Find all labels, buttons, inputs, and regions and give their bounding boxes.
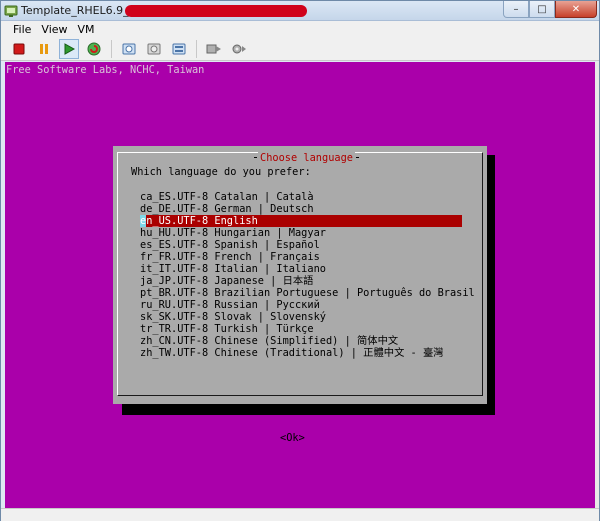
menu-vm[interactable]: VM xyxy=(74,21,101,37)
language-label: sk_SK.UTF-8 Slovak | Slovenský xyxy=(140,311,326,323)
snapshot-revert-icon xyxy=(147,43,161,54)
reset-icon xyxy=(87,42,101,55)
minimize-button[interactable]: – xyxy=(503,1,529,18)
language-label: zh_TW.UTF-8 Chinese (Traditional) | 正體中文… xyxy=(140,347,444,359)
menu-view[interactable]: View xyxy=(37,21,73,37)
vm-app-icon xyxy=(4,5,18,17)
language-option[interactable]: zh_CN.UTF-8 Chinese (Simplified) | 简体中文 xyxy=(140,335,462,347)
play-icon xyxy=(64,42,75,55)
snapshot-manager-button[interactable] xyxy=(169,39,189,59)
language-option[interactable]: de_DE.UTF-8 German | Deutsch xyxy=(140,203,462,215)
language-label: fr_FR.UTF-8 French | Français xyxy=(140,251,320,263)
menu-file[interactable]: File xyxy=(9,21,37,37)
language-label: zh_CN.UTF-8 Chinese (Simplified) | 简体中文 xyxy=(140,335,399,347)
language-label: ca_ES.UTF-8 Catalan | Català xyxy=(140,191,314,203)
reset-button[interactable] xyxy=(84,39,104,59)
play-button[interactable] xyxy=(59,38,79,59)
language-label: pt_BR.UTF-8 Brazilian Portuguese | Portu… xyxy=(140,287,475,299)
language-option[interactable]: zh_TW.UTF-8 Chinese (Traditional) | 正體中文… xyxy=(140,347,462,359)
language-option[interactable]: hu_HU.UTF-8 Hungarian | Magyar xyxy=(140,227,462,239)
pause-icon xyxy=(40,43,48,54)
maximize-button[interactable]: □ xyxy=(529,1,555,18)
snapshot-take-button[interactable] xyxy=(119,39,139,59)
language-label: ru_RU.UTF-8 Russian | Русский xyxy=(140,299,320,311)
gear-arrow-icon xyxy=(232,44,246,53)
language-label: en_US.UTF-8 English xyxy=(140,215,258,227)
settings-button[interactable] xyxy=(229,39,249,59)
language-option[interactable]: tr_TR.UTF-8 Turkish | Türkçe xyxy=(140,323,462,335)
language-label: de_DE.UTF-8 German | Deutsch xyxy=(140,203,314,215)
language-option[interactable]: ru_RU.UTF-8 Russian | Русский xyxy=(140,299,462,311)
dialog-frame: Choose language Which language do you pr… xyxy=(117,152,483,396)
console-scrollbar[interactable] xyxy=(595,62,599,508)
language-option-selected[interactable]: en_US.UTF-8 English xyxy=(140,215,462,227)
vm-console-window: Template_RHEL6.9_OS_x64 – □ ✕ File View … xyxy=(0,0,600,521)
language-list: ca_ES.UTF-8 Catalan | Català de_DE.UTF-8… xyxy=(140,191,475,359)
stop-button[interactable] xyxy=(9,39,29,59)
keyboard-arrow-icon xyxy=(206,44,221,53)
snapshot-revert-button[interactable] xyxy=(144,39,164,59)
language-label: ja_JP.UTF-8 Japanese | 日本語 xyxy=(140,275,314,287)
window-controls: – □ ✕ xyxy=(503,1,597,19)
pause-button[interactable] xyxy=(34,39,54,59)
vm-console-screen[interactable]: Free Software Labs, NCHC, Taiwan Choose … xyxy=(5,62,595,508)
language-option[interactable]: it_IT.UTF-8 Italian | Italiano xyxy=(140,263,462,275)
stop-icon xyxy=(13,43,25,54)
language-option[interactable]: ja_JP.UTF-8 Japanese | 日本語 xyxy=(140,275,462,287)
language-option[interactable]: fr_FR.UTF-8 French | Français xyxy=(140,251,462,263)
installer-backtitle: Free Software Labs, NCHC, Taiwan xyxy=(6,64,205,76)
send-ctrl-alt-del-button[interactable] xyxy=(204,39,224,59)
snapshot-clock-icon xyxy=(122,43,136,54)
status-strip xyxy=(1,508,599,521)
language-label: it_IT.UTF-8 Italian | Italiano xyxy=(140,263,326,275)
redaction-mark xyxy=(125,5,307,17)
choose-language-dialog: Choose language Which language do you pr… xyxy=(113,146,487,444)
title-bar[interactable]: Template_RHEL6.9_OS_x64 – □ ✕ xyxy=(1,1,599,21)
toolbar xyxy=(1,37,599,61)
language-option[interactable]: pt_BR.UTF-8 Brazilian Portuguese | Portu… xyxy=(140,287,475,299)
language-label: es_ES.UTF-8 Spanish | Español xyxy=(140,239,320,251)
ok-button[interactable]: <Ok> xyxy=(280,432,305,444)
dialog-prompt: Which language do you prefer: xyxy=(131,166,311,178)
snapshot-manager-icon xyxy=(172,43,186,54)
language-option[interactable]: es_ES.UTF-8 Spanish | Español xyxy=(140,239,462,251)
toolbar-separator xyxy=(196,39,197,58)
language-label: tr_TR.UTF-8 Turkish | Türkçe xyxy=(140,323,314,335)
language-label: hu_HU.UTF-8 Hungarian | Magyar xyxy=(140,227,326,239)
close-button[interactable]: ✕ xyxy=(555,1,597,18)
language-option[interactable]: sk_SK.UTF-8 Slovak | Slovenský xyxy=(140,311,462,323)
toolbar-separator xyxy=(111,39,112,58)
dialog-title: Choose language xyxy=(254,152,359,164)
menu-bar: File View VM xyxy=(1,21,599,37)
language-option[interactable]: ca_ES.UTF-8 Catalan | Català xyxy=(140,191,462,203)
